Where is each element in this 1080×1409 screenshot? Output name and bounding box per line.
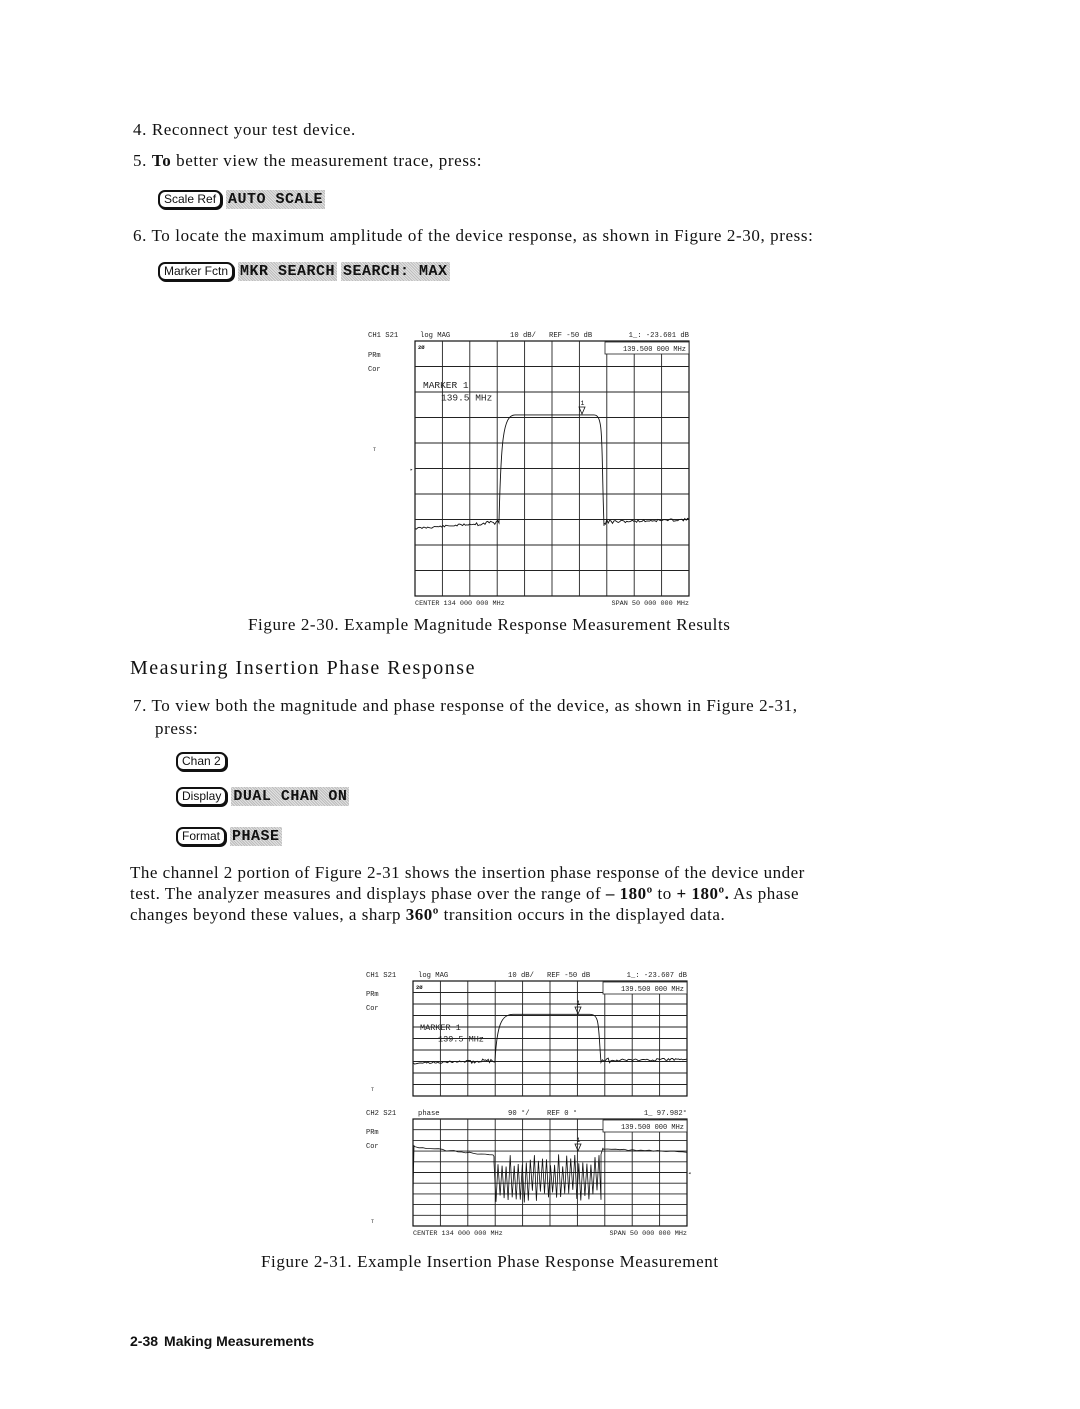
analyzer-screen-magnitude: CH1 S21 log MAG 10 dB/REF -50 dB 1_: -23.60… (368, 332, 690, 608)
step-7-keys-row-3: Format PHASE (176, 827, 282, 846)
marker-value: 139.5 MHz (441, 393, 492, 404)
mkr-search-softkey[interactable]: MKR SEARCH (238, 262, 338, 281)
side-annotation: Cor (366, 1005, 379, 1013)
step-number: 5. (133, 151, 147, 170)
format-label: log MAG (420, 332, 450, 340)
marker-1-number: 1 (577, 1000, 581, 1007)
section-heading: Measuring Insertion Phase Response (130, 657, 476, 679)
marker-1-arrow (574, 1143, 582, 1153)
step-7: 7. To view both the magnitude and phase … (133, 696, 798, 716)
trigger-annotation: T (373, 447, 376, 453)
scale-label: 90 °/ (508, 1109, 530, 1118)
marker-value: 139.5 MHz (438, 1035, 484, 1045)
auto-scale-softkey[interactable]: AUTO SCALE (226, 190, 326, 209)
page-number: 2-38 (130, 1333, 159, 1349)
channel-param-label: CH1 S21 (368, 332, 398, 340)
step-7-cont: press: (155, 719, 199, 738)
chan-2-key[interactable]: Chan 2 (176, 752, 227, 771)
marker-label: MARKER 1 (420, 1023, 461, 1033)
center-frequency-label: CENTER 134 000 000 MHz (413, 1230, 503, 1238)
span-label: SPAN 50 000 000 MHz (612, 600, 690, 608)
scale-ref-key[interactable]: Scale Ref (158, 190, 223, 209)
body-paragraph: The channel 2 portion of Figure 2-31 sho… (130, 862, 930, 925)
step-7-keys-row-1: Chan 2 (176, 752, 227, 771)
reference-label: REF -50 dB (549, 332, 593, 340)
marker-frequency: 139.500 000 MHz (623, 346, 686, 354)
analyzer-screen-dual-channel: CH1 S21 log MAG 10 dB/REF -50 dB 1_: -23.60… (366, 972, 691, 1238)
trigger-annotation: T (371, 1219, 374, 1225)
span-label: SPAN 50 000 000 MHz (610, 1230, 688, 1238)
center-frequency-label: CENTER 134 000 000 MHz (415, 600, 505, 608)
step-5: 5. To better view the measurement trace,… (133, 151, 482, 171)
channel-param-label: CH2 S21 (366, 1110, 396, 1118)
reference-position-marker: ▸ (410, 467, 413, 473)
marker-readout: 1_: -23.607 dB (627, 972, 688, 980)
step-number: 7. (133, 696, 147, 715)
figure-2-31-caption: Figure 2-31. Example Insertion Phase Res… (261, 1252, 719, 1271)
format-label: log MAG (418, 972, 448, 980)
trigger-annotation: T (371, 1087, 374, 1093)
side-annotation: Cor (368, 366, 381, 374)
marker-1-arrow (574, 1006, 582, 1016)
step-6: 6. To locate the maximum amplitude of th… (133, 226, 813, 246)
reference-label: REF 0 ° (547, 1109, 577, 1118)
paragraph-line: changes beyond these values, a sharp 360… (130, 904, 930, 925)
text-run: As phase (729, 884, 800, 903)
reference-label: REF -50 dB (547, 972, 591, 980)
side-annotation: PRm (366, 991, 379, 999)
step-text: better view the measurement trace, press… (171, 151, 483, 170)
step-4: 4. Reconnect your test device. (133, 120, 356, 140)
text-run-bold: 360º (405, 905, 439, 924)
display-key[interactable]: Display (176, 787, 228, 806)
step-lead: To (151, 151, 172, 170)
marker-1-number: 1 (577, 1137, 581, 1144)
text-run: transition occurs in the displayed data. (438, 905, 726, 924)
paragraph-line: test. The analyzer measures and displays… (130, 883, 930, 904)
step-text: Reconnect your test device. (151, 120, 356, 139)
text-run-bold: – 180º (605, 884, 653, 903)
format-key[interactable]: Format (176, 827, 227, 846)
step-7-keys-row-2: Display DUAL CHAN ON (176, 787, 350, 806)
side-annotation: PRm (368, 352, 381, 360)
step-text: To view both the magnitude and phase res… (151, 696, 798, 715)
search-max-softkey[interactable]: SEARCH: MAX (341, 262, 450, 281)
text-run: to (652, 884, 677, 903)
channel-param-label: CH1 S21 (366, 972, 396, 980)
marker-frequency: 139.500 000 MHz (621, 1124, 684, 1132)
status-annotation: 2Ø (416, 984, 423, 991)
page-footer: 2-38 Making Measurements (130, 1333, 314, 1349)
paragraph-line: The channel 2 portion of Figure 2-31 sho… (130, 863, 805, 882)
marker-readout: 1_: -23.601 dB (629, 332, 690, 340)
marker-label: MARKER 1 (423, 380, 469, 391)
side-annotation: Cor (366, 1143, 379, 1151)
figure-2-30-caption: Figure 2-30. Example Magnitude Response … (248, 615, 731, 634)
reference-position-marker: ◂ (688, 1171, 691, 1177)
marker-frequency: 139.500 000 MHz (621, 986, 684, 994)
marker-1-arrow (578, 406, 586, 416)
text-run-bold: + 180º. (676, 884, 730, 903)
step-number: 4. (133, 120, 147, 139)
step-number: 6. (133, 226, 147, 245)
scale-label: 10 dB/ (508, 972, 534, 980)
marker-readout: 1_ 97.982° (644, 1109, 687, 1118)
marker-fctn-key[interactable]: Marker Fctn (158, 262, 235, 281)
figure-2-30: CH1 S21 log MAG 10 dB/REF -50 dB 1_: -23.60… (360, 328, 700, 610)
step-6-keys: Marker Fctn MKR SEARCH SEARCH: MAX (158, 262, 450, 281)
dual-chan-on-softkey[interactable]: DUAL CHAN ON (231, 787, 350, 806)
figure-2-31: CH1 S21 log MAG 10 dB/REF -50 dB 1_: -23.60… (360, 968, 700, 1246)
footer-title: Making Measurements (164, 1333, 315, 1349)
phase-softkey[interactable]: PHASE (230, 827, 282, 846)
scale-label: 10 dB/ (510, 332, 536, 340)
format-label: phase (418, 1110, 440, 1118)
step-text: To locate the maximum amplitude of the d… (151, 226, 814, 245)
text-run: changes beyond these values, a sharp (130, 905, 406, 924)
marker-1-number: 1 (581, 400, 585, 407)
status-annotation: 2Ø (418, 344, 425, 351)
side-annotation: PRm (366, 1129, 379, 1137)
text-run: test. The analyzer measures and displays… (130, 884, 606, 903)
step-5-keys: Scale Ref AUTO SCALE (158, 190, 326, 209)
